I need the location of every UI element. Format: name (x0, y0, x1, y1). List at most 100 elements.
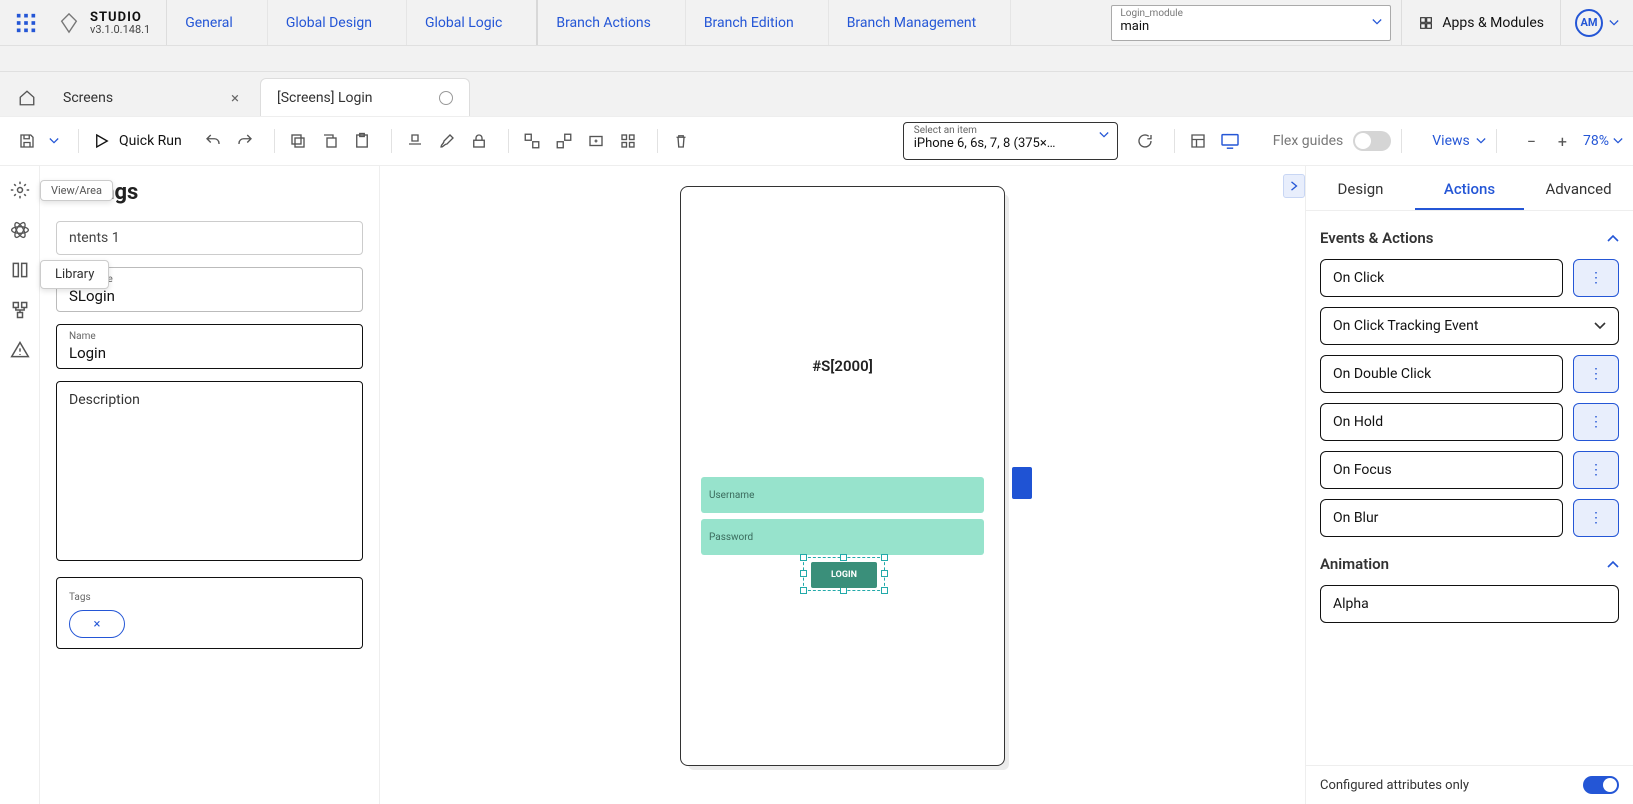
menu-branch-actions[interactable]: Branch Actions (538, 0, 685, 45)
zoom-value: 78% (1583, 133, 1609, 149)
cut-button[interactable] (317, 128, 343, 154)
user-menu[interactable]: AM (1561, 0, 1633, 45)
device-preview-button[interactable] (1217, 128, 1243, 154)
event-on-hold-menu[interactable]: ⋮ (1573, 403, 1619, 441)
quick-run-button[interactable]: Quick Run (89, 132, 190, 150)
chevron-up-icon (1607, 234, 1619, 242)
chevron-up-icon (1607, 560, 1619, 568)
event-on-focus-menu[interactable]: ⋮ (1573, 451, 1619, 489)
brand-logo-icon (58, 12, 80, 34)
design-canvas[interactable]: #S[2000] Username Password LOGIN (380, 166, 1305, 804)
flex-guides-toggle[interactable]: Flex guides (1273, 131, 1392, 151)
zoom-dropdown[interactable]: 78% (1583, 133, 1623, 149)
menu-label: Global Logic (425, 15, 502, 31)
sequence-value: SLogin (69, 285, 350, 305)
close-icon[interactable]: × (231, 89, 239, 107)
undo-button[interactable] (200, 128, 226, 154)
module-selector[interactable]: Login_module main (1111, 5, 1391, 41)
menu-general[interactable]: General (167, 0, 268, 45)
tags-field[interactable]: Tags × (56, 577, 363, 649)
zoom-in-button[interactable]: + (1552, 132, 1573, 151)
paste-button[interactable] (349, 128, 375, 154)
rail-tree-icon[interactable] (10, 300, 30, 320)
layout-tool[interactable] (1185, 128, 1211, 154)
home-button[interactable] (8, 80, 46, 116)
tab-screens[interactable]: Screens × (46, 78, 256, 116)
tab-actions[interactable]: Actions (1415, 170, 1524, 210)
refresh-button[interactable] (1132, 128, 1158, 154)
section-animation[interactable]: Animation (1320, 555, 1619, 573)
mock-username-input[interactable]: Username (701, 477, 984, 513)
right-panel-footer: Configured attributes only (1306, 765, 1633, 804)
edit-tool[interactable] (402, 128, 428, 154)
save-button[interactable] (14, 128, 40, 154)
description-field[interactable]: Description (56, 381, 363, 561)
anim-alpha[interactable]: Alpha (1320, 585, 1619, 623)
screen-title: #S[2000] (681, 357, 1004, 375)
name-field[interactable]: Name Login (56, 324, 363, 369)
event-on-hold[interactable]: On Hold (1320, 403, 1563, 441)
grid-tool[interactable] (615, 128, 641, 154)
chevron-down-icon (1372, 18, 1382, 26)
event-on-blur[interactable]: On Blur (1320, 499, 1563, 537)
selection-flag[interactable] (1012, 467, 1032, 499)
section-label: Animation (1320, 555, 1389, 573)
apps-icon (1418, 15, 1434, 31)
chevron-down-icon (982, 20, 992, 26)
save-dropdown[interactable] (46, 128, 62, 154)
spacer (0, 46, 1633, 72)
event-on-click[interactable]: On Click (1320, 259, 1563, 297)
tags-label: Tags (69, 592, 91, 603)
zoom-out-button[interactable]: − (1521, 132, 1542, 151)
tab-design[interactable]: Design (1306, 170, 1415, 210)
event-on-double-click[interactable]: On Double Click (1320, 355, 1563, 393)
chevron-down-icon (508, 20, 518, 26)
menu-branch-management[interactable]: Branch Management (829, 0, 1012, 45)
views-label: Views (1432, 133, 1470, 149)
tag-chip-remove[interactable]: × (69, 610, 125, 638)
menu-global-design[interactable]: Global Design (268, 0, 407, 45)
app-launcher-button[interactable] (4, 0, 48, 46)
contents-dropdown[interactable]: ntents 1 (56, 221, 363, 255)
rail-warnings-icon[interactable] (10, 340, 30, 360)
tooltip-library: Library (40, 260, 109, 289)
event-on-blur-menu[interactable]: ⋮ (1573, 499, 1619, 537)
rail-atom-icon[interactable] (10, 220, 30, 240)
tab-advanced[interactable]: Advanced (1524, 170, 1633, 210)
event-on-click-menu[interactable]: ⋮ (1573, 259, 1619, 297)
right-panel-collapse-button[interactable] (1283, 174, 1305, 198)
menu-label: Global Design (286, 15, 372, 31)
toggle-off-icon[interactable] (1353, 131, 1391, 151)
brush-tool[interactable] (434, 128, 460, 154)
event-on-focus[interactable]: On Focus (1320, 451, 1563, 489)
rail-settings-icon[interactable] (10, 180, 30, 200)
tracking-event-select[interactable]: On Click Tracking Event (1320, 307, 1619, 345)
mock-password-placeholder: Password (709, 532, 753, 543)
device-value: iPhone 6, 6s, 7, 8 (375×… (914, 136, 1091, 151)
menu-label: Branch Actions (556, 15, 650, 31)
group-tool-2[interactable] (551, 128, 577, 154)
views-dropdown[interactable]: Views (1432, 133, 1486, 149)
device-selector[interactable]: Select an item iPhone 6, 6s, 7, 8 (375×… (903, 122, 1118, 160)
section-events-actions[interactable]: Events & Actions (1320, 229, 1619, 247)
top-menu: General Global Design Global Logic Branc… (167, 0, 1011, 45)
group-tool-1[interactable] (519, 128, 545, 154)
rail-library-icon[interactable] (10, 260, 30, 280)
mock-login-button[interactable]: LOGIN (811, 562, 877, 588)
tracking-label: On Click Tracking Event (1333, 318, 1478, 334)
chevron-down-icon (1613, 137, 1623, 145)
add-folder-tool[interactable] (583, 128, 609, 154)
copy-button[interactable] (285, 128, 311, 154)
quick-run-label: Quick Run (119, 133, 182, 149)
lock-button[interactable] (466, 128, 492, 154)
menu-branch-edition[interactable]: Branch Edition (686, 0, 829, 45)
delete-button[interactable] (668, 128, 694, 154)
apps-modules-button[interactable]: Apps & Modules (1401, 0, 1561, 45)
tab-screens-login[interactable]: [Screens] Login (260, 78, 470, 116)
mock-password-input[interactable]: Password (701, 519, 984, 555)
module-main: main (1120, 19, 1382, 38)
redo-button[interactable] (232, 128, 258, 154)
event-on-double-click-menu[interactable]: ⋮ (1573, 355, 1619, 393)
menu-global-logic[interactable]: Global Logic (407, 0, 538, 45)
configured-only-toggle[interactable] (1583, 776, 1619, 794)
